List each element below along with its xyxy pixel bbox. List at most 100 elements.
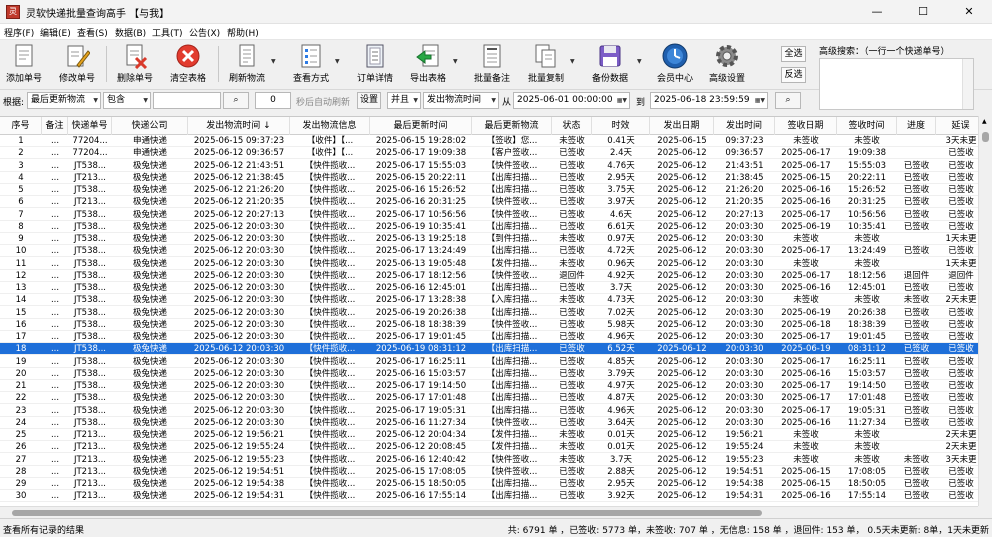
table-row[interactable]: 7... JT538... 极兔快递 2025-06-12 20:27:13 【快件揽收… [0, 209, 978, 221]
refresh-button[interactable]: 刷新物流 [225, 42, 269, 86]
table-row[interactable]: 1... 77204... 申通快递 2025-06-15 09:37:23 【收件】【… [0, 135, 978, 148]
column-header[interactable]: 发出物流信息 [290, 117, 370, 135]
search-button[interactable]: ⌕ [223, 92, 249, 109]
backup-button[interactable]: 备份数据 [586, 42, 634, 86]
column-header[interactable]: 签收日期 [775, 117, 837, 135]
table-row[interactable]: 2... 77204... 申通快递 2025-06-12 09:36:57 【收件】【… [0, 147, 978, 160]
vertical-scrollbar[interactable]: ▲ [978, 116, 992, 506]
table-row[interactable]: 24... JT538... 极兔快递 2025-06-12 20:03:30 【快件揽… [0, 417, 978, 429]
export-table-button[interactable]: 导出表格 [405, 42, 451, 86]
member-center-button[interactable]: 会员中心 [652, 42, 698, 86]
table-row[interactable]: 13... JT538... 极兔快递 2025-06-12 20:03:30 【快件揽… [0, 282, 978, 295]
table-cell: 已签收 [559, 491, 585, 502]
table-row[interactable]: 21... JT538... 极兔快递 2025-06-12 20:03:30 【快件揽… [0, 380, 978, 393]
menu-notice[interactable]: 公告(X) [189, 26, 220, 39]
column-header[interactable]: 最后更新时间 [370, 117, 472, 135]
table-row[interactable]: 29... JT213... 极兔快递 2025-06-12 19:54:38 【快件揽… [0, 478, 978, 491]
column-header[interactable]: 状态 [552, 117, 592, 135]
table-row[interactable]: 18... JT538... 极兔快递 2025-06-12 20:03:30 【快件揽… [0, 343, 978, 356]
copy-dropdown-arrow[interactable]: ▼ [570, 58, 575, 65]
column-header[interactable]: 快递单号 [68, 117, 112, 135]
horizontal-scrollbar[interactable] [0, 506, 978, 518]
date-search-button[interactable]: ⌕ [775, 92, 801, 109]
table-row[interactable]: 19... JT538... 极兔快递 2025-06-12 20:03:30 【快件揽… [0, 356, 978, 368]
table-row[interactable]: 28... JT213... 极兔快递 2025-06-12 19:54:51 【快件揽… [0, 466, 978, 478]
delete-button[interactable]: 删除单号 [113, 42, 157, 86]
select-all-button[interactable]: 全选 [781, 46, 806, 62]
maximize-button[interactable]: ☐ [900, 0, 946, 24]
shipment-table[interactable]: 序号 备注 快递单号 快递公司 发出物流时间 ↓ 发出物流信息 最后更新时间 最后更新物流 状态… [0, 116, 978, 506]
column-header[interactable]: 快递公司 [112, 117, 188, 135]
batch-note-button[interactable]: 批量备注 [469, 42, 515, 86]
table-row[interactable]: 15... JT538... 极兔快递 2025-06-12 20:03:30 【快件揽… [0, 307, 978, 319]
match-select[interactable]: 包含 ▼ [103, 92, 151, 109]
column-header[interactable]: 序号 [0, 117, 42, 135]
menu-view[interactable]: 查看(S) [77, 26, 108, 39]
close-button[interactable]: ✕ [946, 0, 992, 24]
column-header[interactable]: 最后更新物流 [472, 117, 552, 135]
table-row[interactable]: 27... JT213... 极兔快递 2025-06-12 19:55:23 【快件揽… [0, 454, 978, 466]
batch-copy-button[interactable]: 批量复制 [524, 42, 568, 86]
table-row[interactable]: 8... JT538... 极兔快递 2025-06-12 20:03:30 【快件揽收… [0, 221, 978, 233]
table-row[interactable]: 17... JT538... 极兔快递 2025-06-12 20:03:30 【快件揽… [0, 331, 978, 344]
table-row[interactable]: 6... JT213... 极兔快递 2025-06-12 21:20:35 【快件揽收… [0, 196, 978, 209]
table-row[interactable]: 22... JT538... 极兔快递 2025-06-12 20:03:30 【快件揽… [0, 392, 978, 405]
table-row[interactable]: 9... JT538... 极兔快递 2025-06-12 20:03:30 【快件揽收… [0, 233, 978, 246]
table-row[interactable]: 5... JT538... 极兔快递 2025-06-12 21:26:20 【快件揽收… [0, 184, 978, 197]
end-date-picker[interactable]: 2025-06-18 23:59:59 ▦▼ [650, 92, 768, 109]
backup-dropdown-arrow[interactable]: ▼ [637, 58, 642, 65]
table-row[interactable]: 30... JT213... 极兔快递 2025-06-12 19:54:31 【快件揽… [0, 490, 978, 503]
menu-tools[interactable]: 工具(T) [152, 26, 183, 39]
table-cell: 极兔快递 [132, 270, 167, 281]
table-cell: 未签收 [559, 295, 585, 306]
table-cell: 退回件 [903, 270, 930, 281]
minimize-button[interactable]: — [854, 0, 900, 24]
table-row[interactable]: 25... JT213... 极兔快递 2025-06-12 19:56:21 【快件揽… [0, 429, 978, 442]
menu-program[interactable]: 程序(F) [4, 26, 34, 39]
vertical-scroll-thumb[interactable] [982, 132, 989, 142]
column-header[interactable]: 发出物流时间 ↓ [188, 117, 290, 135]
order-detail-button[interactable]: 订单详情 [353, 42, 397, 86]
date-field-select[interactable]: 发出物流时间 ▼ [423, 92, 499, 109]
advanced-search-input[interactable] [819, 58, 974, 110]
refresh-dropdown-arrow[interactable]: ▼ [271, 58, 276, 65]
table-row[interactable]: 3... JT538... 极兔快递 2025-06-12 21:43:51 【快件揽收… [0, 160, 978, 172]
table-row[interactable]: 14... JT538... 极兔快递 2025-06-12 20:03:30 【快件揽… [0, 294, 978, 307]
settings-button[interactable]: 设置 [357, 92, 381, 109]
export-dropdown-arrow[interactable]: ▼ [453, 58, 458, 65]
table-row[interactable]: 20... JT538... 极兔快递 2025-06-12 20:03:30 【快件揽… [0, 368, 978, 380]
column-header[interactable]: 发出日期 [650, 117, 714, 135]
table-row[interactable]: 23... JT538... 极兔快递 2025-06-12 20:03:30 【快件揽… [0, 405, 978, 417]
table-cell: 【出库扫描... [486, 491, 538, 502]
table-row[interactable]: 11... JT538... 极兔快递 2025-06-12 20:03:30 【快件揽… [0, 258, 978, 270]
menu-help[interactable]: 帮助(H) [227, 26, 259, 39]
column-header[interactable]: 延误 [936, 117, 978, 135]
advanced-settings-button[interactable]: 高级设置 [704, 42, 750, 86]
add-button[interactable]: 添加单号 [2, 42, 46, 86]
clear-table-button[interactable]: 清空表格 [165, 42, 211, 86]
table-cell: 2025-06-12 [657, 344, 707, 355]
column-header[interactable]: 签收时间 [837, 117, 897, 135]
menu-data[interactable]: 数据(B) [115, 26, 146, 39]
table-row[interactable]: 4... JT213... 极兔快递 2025-06-12 21:38:45 【快件揽收… [0, 172, 978, 184]
table-row[interactable]: 16... JT538... 极兔快递 2025-06-12 20:03:30 【快件揽… [0, 319, 978, 331]
start-date-picker[interactable]: 2025-06-01 00:00:00 ▦▼ [513, 92, 630, 109]
interval-input[interactable]: 0 [255, 92, 291, 109]
keyword-input[interactable] [153, 92, 221, 109]
table-row[interactable]: 26... JT213... 极兔快递 2025-06-12 19:55:24 【快件揽… [0, 441, 978, 454]
sort-field-select[interactable]: 最后更新物流 ▼ [27, 92, 101, 109]
column-header[interactable]: 进度 [897, 117, 936, 135]
view-mode-button[interactable]: 查看方式 [289, 42, 333, 86]
invert-selection-button[interactable]: 反选 [781, 67, 806, 83]
column-header[interactable]: 发出时间 [714, 117, 775, 135]
column-header[interactable]: 时效 [592, 117, 650, 135]
table-row[interactable]: 12... JT538... 极兔快递 2025-06-12 20:03:30 【快件揽… [0, 270, 978, 282]
column-header[interactable]: 备注 [42, 117, 68, 135]
table-row[interactable]: 10... JT538... 极兔快递 2025-06-12 20:03:30 【快件揽… [0, 245, 978, 258]
menu-edit[interactable]: 编辑(E) [40, 26, 71, 39]
horizontal-scroll-thumb[interactable] [12, 510, 762, 516]
search-scrollbar[interactable] [962, 59, 973, 109]
logic-select[interactable]: 并且 ▼ [387, 92, 421, 109]
view-mode-dropdown-arrow[interactable]: ▼ [335, 58, 340, 65]
edit-button[interactable]: 修改单号 [55, 42, 99, 86]
